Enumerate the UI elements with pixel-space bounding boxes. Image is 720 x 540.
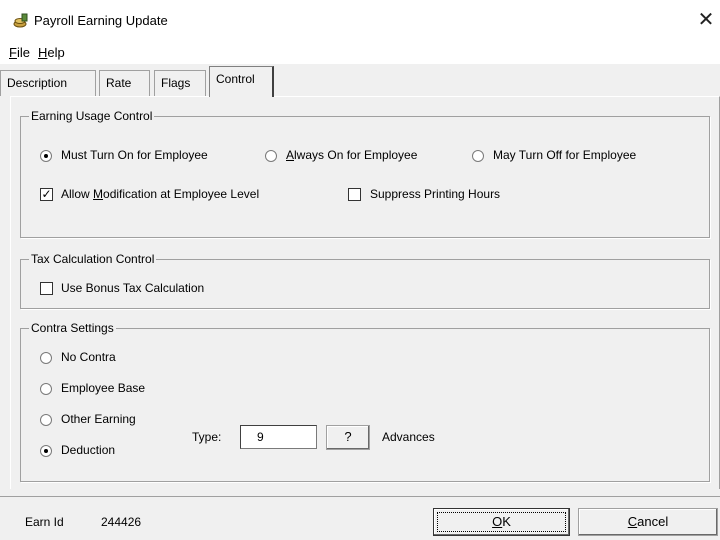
use-bonus-tax-label: Use Bonus Tax Calculation	[61, 281, 205, 295]
close-button[interactable]: ✕	[692, 8, 720, 34]
cancel-button[interactable]: Cancel	[578, 508, 718, 536]
type-lookup-button[interactable]: ?	[326, 425, 370, 450]
must-turn-on-label: Must Turn On for Employee	[61, 148, 208, 162]
app-icon	[13, 13, 28, 28]
allow-modification-checkbox[interactable]: ✓	[40, 188, 53, 201]
ok-focus-ring	[437, 512, 566, 532]
may-turn-off-label: May Turn Off for Employee	[493, 148, 637, 162]
use-bonus-tax-checkbox[interactable]	[40, 282, 53, 295]
tab-description[interactable]: Description	[0, 70, 96, 96]
type-label: Type:	[192, 430, 222, 444]
earning-usage-group: Earning Usage Control	[20, 109, 710, 238]
other-earning-label: Other Earning	[61, 412, 136, 426]
menu-file[interactable]: File	[9, 45, 30, 60]
window-title: Payroll Earning Update	[34, 13, 168, 28]
radio-other-earning[interactable]	[40, 414, 52, 426]
suppress-printing-label: Suppress Printing Hours	[370, 187, 501, 201]
type-description: Advances	[382, 430, 435, 444]
radio-must-turn-on[interactable]	[40, 150, 52, 162]
tax-calc-legend: Tax Calculation Control	[29, 252, 157, 266]
menu-help[interactable]: Help	[38, 45, 65, 60]
always-on-label: Always On for Employee	[286, 148, 418, 162]
radio-always-on[interactable]	[265, 150, 277, 162]
radio-no-contra[interactable]	[40, 352, 52, 364]
menu-bar: File Help	[0, 40, 720, 64]
radio-deduction[interactable]	[40, 445, 52, 457]
ok-button[interactable]: OK	[433, 508, 570, 536]
suppress-printing-checkbox[interactable]	[348, 188, 361, 201]
no-contra-label: No Contra	[61, 350, 116, 364]
deduction-label: Deduction	[61, 443, 116, 457]
earning-usage-legend: Earning Usage Control	[29, 109, 155, 123]
radio-may-turn-off[interactable]	[472, 150, 484, 162]
contra-settings-group: Contra Settings	[20, 321, 710, 482]
title-bar: Payroll Earning Update ✕	[0, 0, 720, 40]
tab-flags[interactable]: Flags	[154, 70, 206, 96]
earn-id-label: Earn Id	[25, 515, 64, 529]
cancel-label: Cancel	[627, 514, 669, 529]
tab-control[interactable]: Control	[209, 66, 274, 97]
contra-settings-legend: Contra Settings	[29, 321, 116, 335]
allow-modification-label: Allow Modification at Employee Level	[61, 187, 260, 201]
tab-strip: Description Rate Flags Control	[0, 64, 720, 98]
radio-employee-base[interactable]	[40, 383, 52, 395]
earn-id-value: 244426	[101, 515, 142, 529]
type-input[interactable]: 9	[240, 425, 317, 449]
employee-base-label: Employee Base	[61, 381, 146, 395]
tab-rate[interactable]: Rate	[99, 70, 150, 96]
